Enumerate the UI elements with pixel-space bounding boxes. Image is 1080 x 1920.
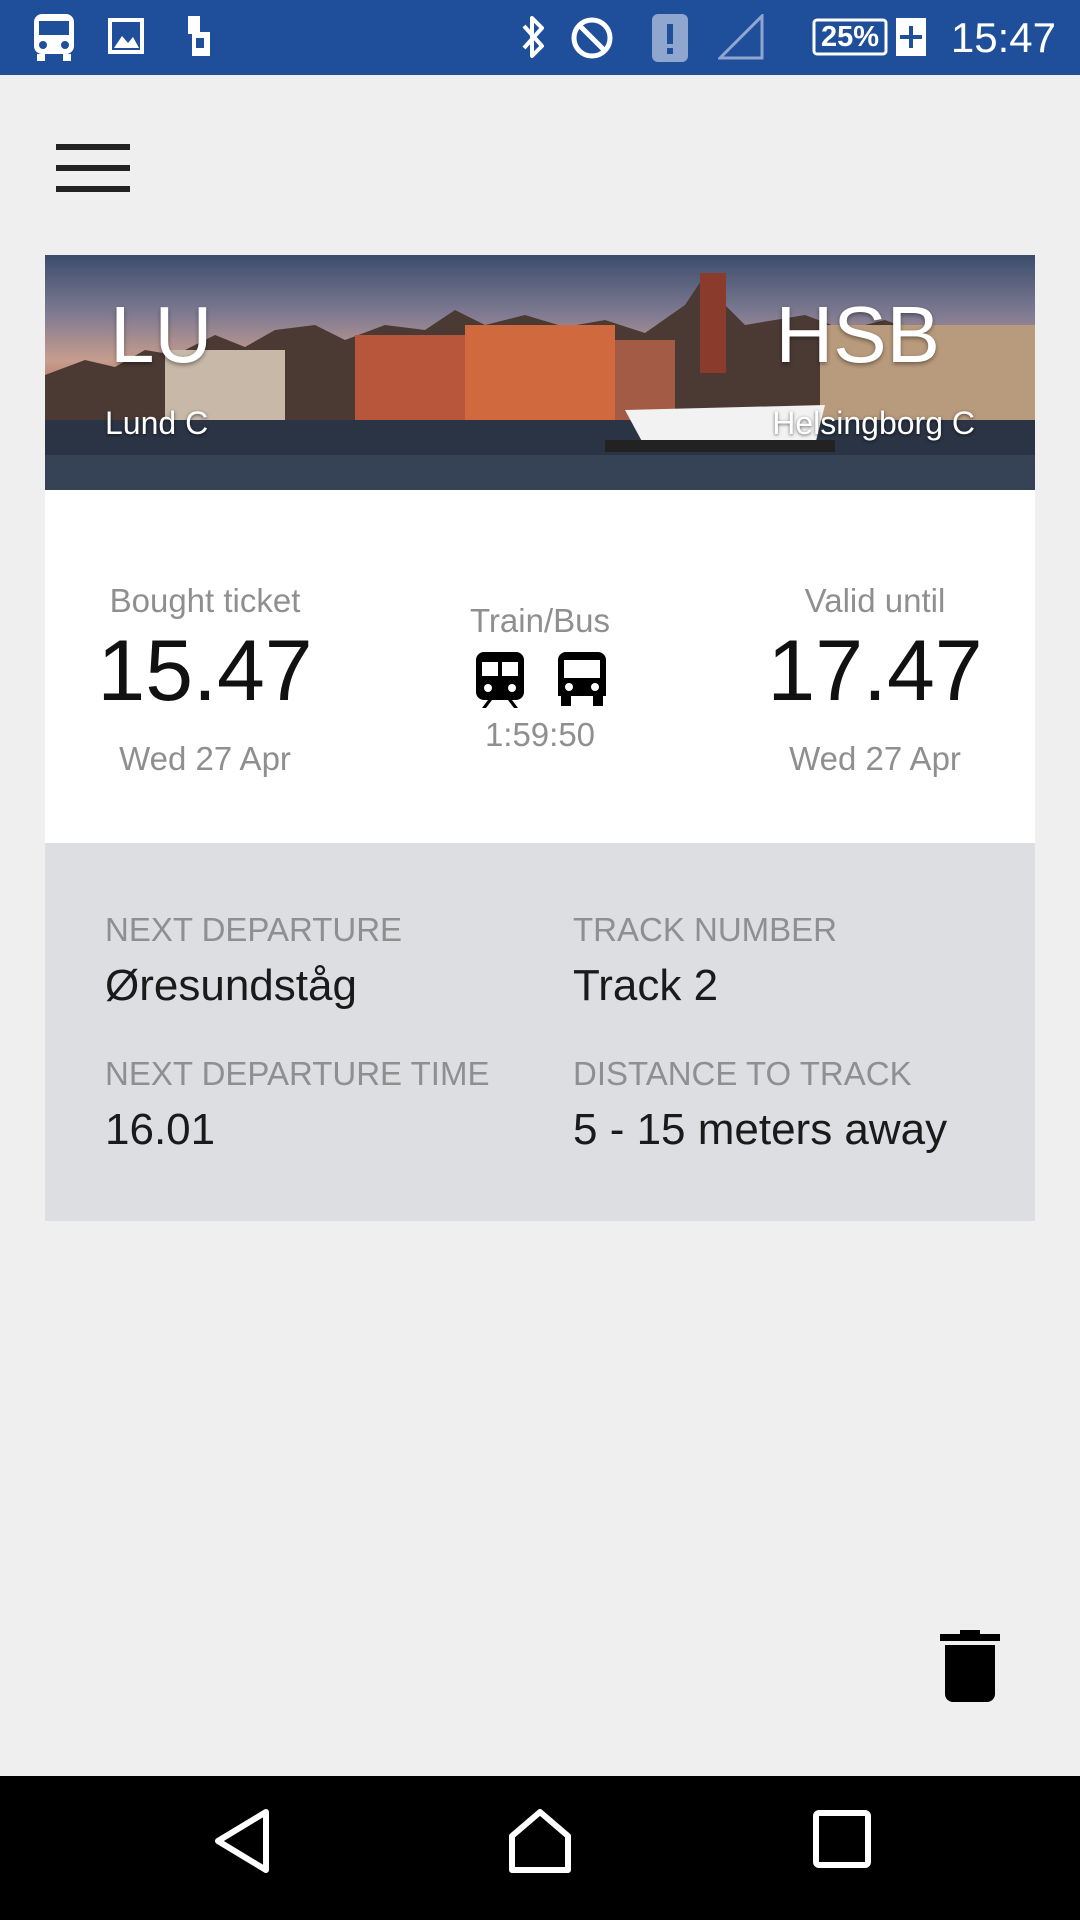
train-icon (476, 652, 524, 708)
distance-to-track-label: DISTANCE TO TRACK (573, 1055, 912, 1092)
countdown-timer: 1:59:50 (484, 716, 596, 753)
alert-icon (652, 14, 688, 62)
bought-ticket-label: Bought ticket (109, 582, 301, 619)
valid-time: 17.47 (767, 623, 983, 719)
track-number-label: TRACK NUMBER (573, 911, 838, 948)
recents-icon[interactable] (812, 1809, 872, 1869)
valid-date: Wed 27 Apr (789, 740, 961, 777)
back-icon[interactable] (210, 1806, 274, 1876)
status-bar: 25% 15:47 (0, 0, 1080, 75)
do-not-disturb-icon (571, 17, 613, 59)
departure-details: NEXT DEPARTURE Øresundståg TRACK NUMBER … (45, 843, 1035, 1221)
hamburger-menu-icon[interactable] (56, 140, 130, 196)
track-number-value: Track 2 (573, 961, 719, 1010)
system-nav-bar (0, 1776, 1080, 1920)
origin-name: Lund C (105, 405, 209, 441)
bus-notification-icon (34, 14, 74, 61)
origin-code: LU (110, 290, 213, 379)
distance-to-track-value: 5 - 15 meters away (573, 1105, 948, 1154)
mode-label: Train/Bus (470, 602, 610, 639)
bought-date: Wed 27 Apr (119, 740, 291, 777)
bus-icon (558, 652, 606, 706)
status-clock: 15:47 (950, 14, 1056, 61)
next-departure-time-value: 16.01 (105, 1105, 216, 1154)
ticket-validity: Bought ticket 15.47 Wed 27 Apr Train/Bus (45, 490, 1035, 843)
battery-percent: 25% (820, 21, 880, 53)
destination-name: Helsingborg C (772, 405, 975, 441)
trash-icon[interactable] (940, 1630, 1000, 1702)
next-departure-value: Øresundståg (105, 961, 357, 1010)
signal-icon (718, 14, 764, 60)
next-departure-time-label: NEXT DEPARTURE TIME (105, 1055, 490, 1092)
valid-until-label: Valid until (804, 582, 946, 619)
home-icon[interactable] (506, 1806, 574, 1876)
transport-mode: Train/Bus 1:59:50 (450, 602, 630, 754)
route-banner: LU Lund C HSB Helsingborg C (45, 255, 1035, 490)
image-notification-icon (108, 18, 144, 54)
ticket-card: LU Lund C HSB Helsingborg C Bought ticke… (45, 255, 1035, 1221)
next-departure-label: NEXT DEPARTURE (105, 911, 403, 948)
charging-plus-icon (896, 18, 926, 56)
bought-time: 15.47 (97, 623, 313, 719)
destination-code: HSB (775, 290, 941, 379)
bluetooth-icon (522, 16, 544, 58)
sim-icon (188, 16, 210, 56)
